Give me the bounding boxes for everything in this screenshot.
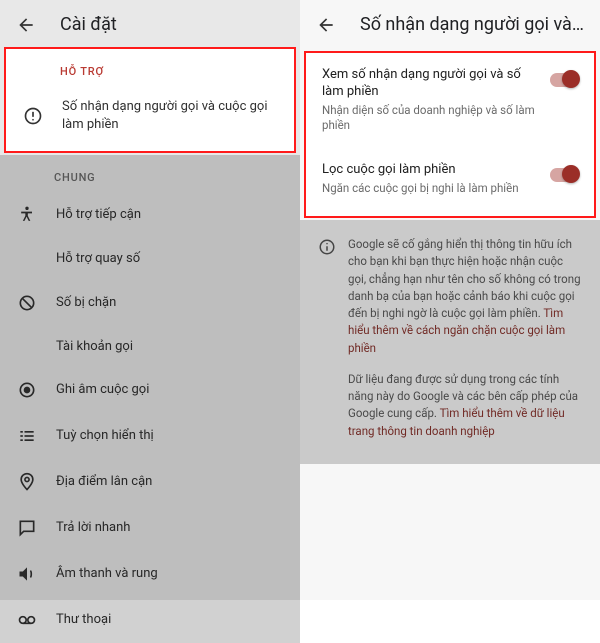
info-icon xyxy=(318,238,336,256)
blocked-numbers-row[interactable]: Số bị chặn xyxy=(0,280,300,326)
page-title: Số nhận dạng người gọi và cuộ... xyxy=(360,14,584,35)
row-label: Âm thanh và rung xyxy=(56,565,158,583)
row-label: Thư thoại xyxy=(56,611,111,629)
call-recording-row[interactable]: Ghi âm cuộc gọi xyxy=(0,367,300,413)
quick-responses-row[interactable]: Trả lời nhanh xyxy=(0,505,300,551)
setting-subtitle: Nhận diện số của doanh nghiệp và số làm … xyxy=(322,103,540,134)
row-label: Tài khoản gọi xyxy=(56,338,133,356)
block-icon xyxy=(16,292,38,314)
setting-title: Lọc cuộc gọi làm phiền xyxy=(322,162,540,179)
highlighted-settings-box: Xem số nhận dạng người gọi và số làm phi… xyxy=(304,51,596,218)
voicemail-row[interactable]: Thư thoại xyxy=(0,597,300,643)
list-icon xyxy=(16,425,38,447)
chat-icon xyxy=(16,517,38,539)
calling-accounts-row[interactable]: Tài khoản gọi xyxy=(0,326,300,368)
accessibility-icon xyxy=(16,204,38,226)
toggle-switch[interactable] xyxy=(550,168,578,182)
page-title: Cài đặt xyxy=(60,14,117,35)
accessibility-row[interactable]: Hỗ trợ tiếp cận xyxy=(0,192,300,238)
voicemail-icon xyxy=(16,609,38,631)
section-label-general: CHUNG xyxy=(0,155,300,192)
sound-icon xyxy=(16,563,38,585)
row-label: Hỗ trợ tiếp cận xyxy=(56,206,141,224)
caller-id-spam-row[interactable]: Số nhận dạng người gọi và cuộc gọi làm p… xyxy=(6,86,294,145)
setting-title: Xem số nhận dạng người gọi và số làm phi… xyxy=(322,67,540,101)
back-arrow-icon[interactable] xyxy=(316,15,336,35)
caller-id-toggle-row[interactable]: Xem số nhận dạng người gọi và số làm phi… xyxy=(306,53,594,148)
location-icon xyxy=(16,471,38,493)
dialing-assist-row[interactable]: Hỗ trợ quay số xyxy=(0,238,300,280)
nearby-places-row[interactable]: Địa điểm lân cận xyxy=(0,459,300,505)
row-label: Tuỳ chọn hiển thị xyxy=(56,427,154,445)
alert-icon xyxy=(22,105,44,127)
sounds-vibration-row[interactable]: Âm thanh và rung xyxy=(0,551,300,597)
highlighted-support-section: HỖ TRỢ Số nhận dạng người gọi và cuộc gọ… xyxy=(4,47,296,153)
info-block: Google sẽ cố gắng hiển thị thông tin hữu… xyxy=(300,220,600,464)
row-label: Ghi âm cuộc gọi xyxy=(56,381,149,399)
spam-filter-toggle-row[interactable]: Lọc cuộc gọi làm phiền Ngăn các cuộc gọi… xyxy=(306,148,594,210)
row-label: Địa điểm lân cận xyxy=(56,473,152,491)
row-label: Số bị chặn xyxy=(56,294,116,312)
row-label: Trả lời nhanh xyxy=(56,519,130,537)
setting-subtitle: Ngăn các cuộc gọi bị nghi là làm phiền xyxy=(322,181,540,197)
row-label: Số nhận dạng người gọi và cuộc gọi làm p… xyxy=(62,98,278,133)
section-label-support: HỖ TRỢ xyxy=(6,49,294,86)
row-label: Hỗ trợ quay số xyxy=(56,250,140,268)
record-icon xyxy=(16,379,38,401)
back-arrow-icon[interactable] xyxy=(16,15,36,35)
display-options-row[interactable]: Tuỳ chọn hiển thị xyxy=(0,413,300,459)
toggle-switch[interactable] xyxy=(550,73,578,87)
